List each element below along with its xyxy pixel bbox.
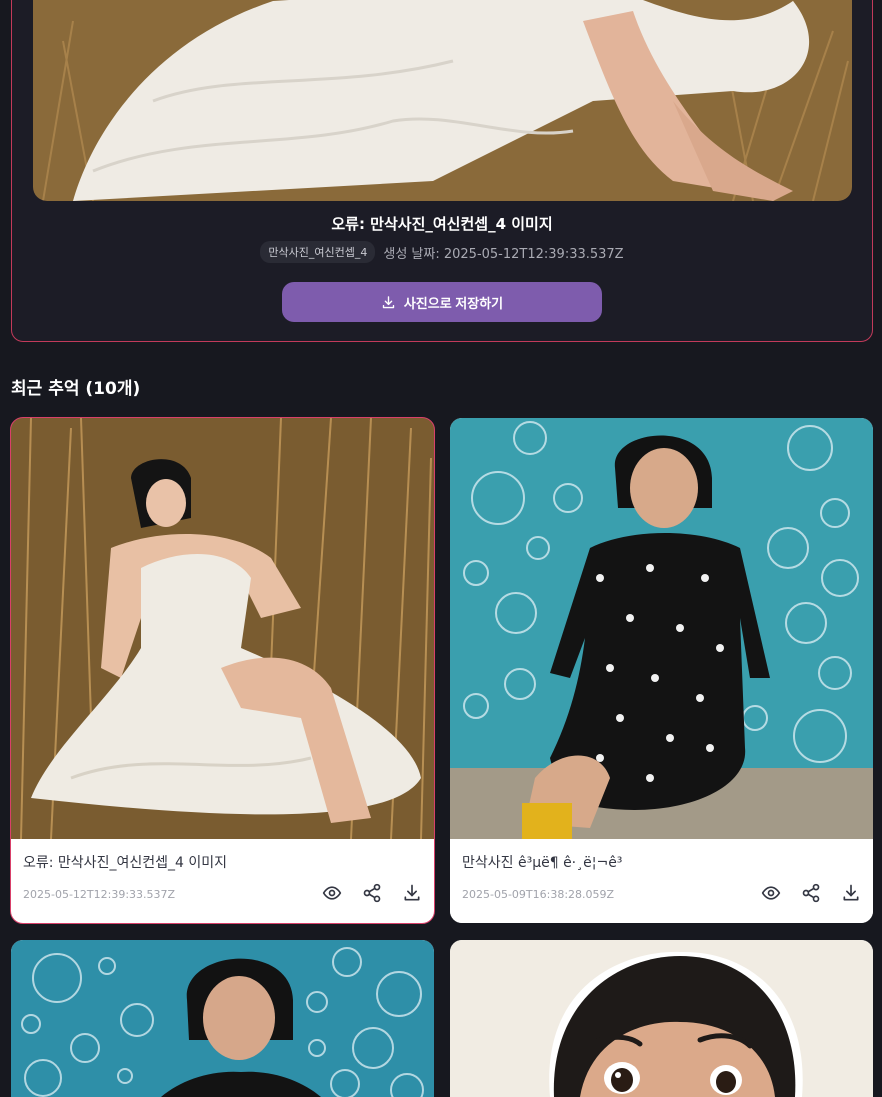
download-icon [381, 295, 396, 310]
memory-card-date: 2025-05-09T16:38:28.059Z [462, 888, 615, 901]
save-as-photo-button[interactable]: 사진으로 저장하기 [282, 282, 602, 322]
eye-icon[interactable] [322, 883, 342, 903]
memory-card-actions [322, 883, 422, 903]
eye-icon[interactable] [761, 883, 781, 903]
memory-card-actions [761, 883, 861, 903]
detail-tag-badge: 만삭사진_여신컨셉_4 [260, 241, 376, 263]
memory-card[interactable] [450, 940, 873, 1097]
memory-card-photo[interactable] [450, 940, 873, 1097]
memory-card-info: 만삭사진 ê³µë¶ ê·¸ë¦¬ê³ 2025-05-09T16:38:28.… [450, 839, 873, 923]
save-as-photo-label: 사진으로 저장하기 [403, 295, 504, 311]
photo-detail-panel: 오류: 만삭사진_여신컨셉_4 이미지 만삭사진_여신컨셉_4 생성 날짜: 2… [11, 0, 873, 342]
memory-card-photo[interactable] [11, 940, 434, 1097]
memory-card-photo[interactable] [11, 418, 434, 839]
memory-card-title: 만삭사진 ê³µë¶ ê·¸ë¦¬ê³ [462, 855, 623, 871]
recent-memories-heading: 최근 추억 (10개) [11, 379, 141, 399]
download-icon[interactable] [402, 883, 422, 903]
memory-card[interactable] [11, 940, 434, 1097]
memory-card-title: 오류: 만삭사진_여신컨셉_4 이미지 [23, 855, 227, 871]
memory-card-info: 오류: 만삭사진_여신컨셉_4 이미지 2025-05-12T12:39:33.… [11, 839, 434, 923]
detail-meta: 만삭사진_여신컨셉_4 생성 날짜: 2025-05-12T12:39:33.5… [12, 241, 872, 263]
detail-created-date: 생성 날짜: 2025-05-12T12:39:33.537Z [383, 246, 624, 262]
detail-photo [33, 0, 852, 201]
download-icon[interactable] [841, 883, 861, 903]
memory-card-date: 2025-05-12T12:39:33.537Z [23, 888, 176, 901]
memory-card-photo[interactable] [450, 418, 873, 839]
share-icon[interactable] [801, 883, 821, 903]
detail-title: 오류: 만삭사진_여신컨셉_4 이미지 [331, 215, 553, 233]
memory-card[interactable]: 오류: 만삭사진_여신컨셉_4 이미지 2025-05-12T12:39:33.… [10, 417, 435, 924]
share-icon[interactable] [362, 883, 382, 903]
memory-card[interactable]: 만삭사진 ê³µë¶ ê·¸ë¦¬ê³ 2025-05-09T16:38:28.… [450, 418, 873, 923]
